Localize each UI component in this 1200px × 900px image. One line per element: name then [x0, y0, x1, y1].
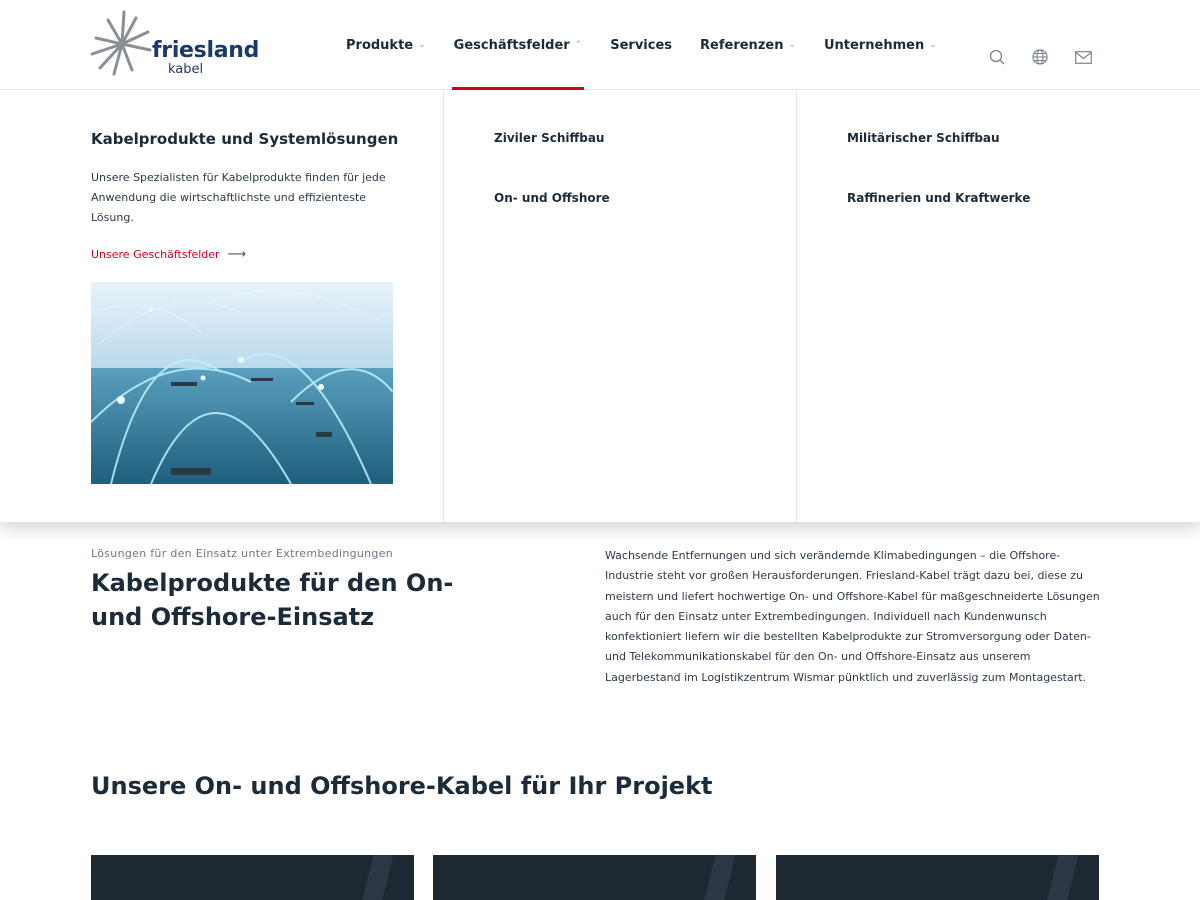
- page-title: Kabelprodukte für den On- und Offshore-E…: [91, 569, 454, 631]
- nav-label: Services: [610, 37, 673, 53]
- nav-item-unternehmen[interactable]: Unternehmen ⌄: [824, 0, 937, 90]
- offshore-network-image: [91, 282, 393, 484]
- link-label: Unsere Geschäftsfelder: [91, 248, 220, 261]
- column-divider: [796, 90, 797, 522]
- logo-subtitle: kabel: [168, 62, 204, 77]
- geschaeftsfelder-link[interactable]: Unsere Geschäftsfelder ⟶: [91, 247, 246, 262]
- friesland-kabel-logo[interactable]: friesland kabel: [90, 10, 259, 78]
- menu-link-on-offshore[interactable]: On- und Offshore: [494, 191, 610, 205]
- chevron-down-icon: ⌄: [418, 40, 426, 50]
- column-divider: [443, 90, 444, 522]
- intro-text: Wachsende Entfernungen und sich veränder…: [605, 549, 1100, 684]
- contact-button[interactable]: [1066, 44, 1100, 70]
- nav-label: Produkte: [346, 37, 414, 53]
- section-title: Unsere On- und Offshore-Kabel für Ihr Pr…: [91, 772, 713, 800]
- nav-item-services[interactable]: Services: [610, 0, 672, 90]
- nav-label: Referenzen: [700, 37, 784, 53]
- arrow-right-icon: ⟶: [227, 247, 247, 262]
- search-button[interactable]: [980, 44, 1014, 70]
- nav-item-produkte[interactable]: Produkte ⌄: [346, 0, 426, 90]
- chevron-down-icon: ⌄: [788, 40, 796, 50]
- main-navigation: Produkte ⌄ Geschäftsfelder ⌃ Services Re…: [346, 0, 965, 90]
- menu-link-militaerischer-schiffbau[interactable]: Militärischer Schiffbau: [847, 131, 1000, 145]
- logo-wordmark: friesland: [152, 38, 260, 63]
- search-icon: [989, 49, 1005, 65]
- product-card[interactable]: [433, 855, 756, 900]
- site-header: friesland kabel Produkte ⌄ Geschäftsfeld…: [0, 0, 1200, 90]
- product-card[interactable]: [776, 855, 1099, 900]
- nav-label: Unternehmen: [824, 37, 925, 53]
- language-button[interactable]: [1023, 44, 1057, 70]
- chevron-down-icon: ⌄: [929, 40, 937, 50]
- mega-menu-title: Kabelprodukte und Systemlösungen: [91, 130, 399, 148]
- utility-icons: [980, 44, 1109, 70]
- menu-link-raffinerien-kraftwerke[interactable]: Raffinerien und Kraftwerke: [847, 191, 1030, 205]
- mega-menu-geschaeftsfelder: Kabelprodukte und Systemlösungen Unsere …: [0, 90, 1200, 522]
- mail-icon: [1074, 50, 1092, 64]
- chevron-up-icon: ⌃: [574, 40, 583, 50]
- globe-icon: [1032, 49, 1048, 65]
- menu-link-ziviler-schiffbau[interactable]: Ziviler Schiffbau: [494, 131, 604, 145]
- section-eyebrow: Lösungen für den Einsatz unter Extrembed…: [91, 547, 394, 560]
- nav-item-geschaeftsfelder[interactable]: Geschäftsfelder ⌃: [451, 0, 584, 90]
- nav-item-referenzen[interactable]: Referenzen ⌄: [700, 0, 796, 90]
- mega-menu-description: Unsere Spezialisten für Kabelprodukte fi…: [91, 171, 386, 224]
- product-card[interactable]: [91, 855, 414, 900]
- nav-label: Geschäftsfelder: [453, 37, 570, 53]
- logo-star-icon: [90, 10, 152, 76]
